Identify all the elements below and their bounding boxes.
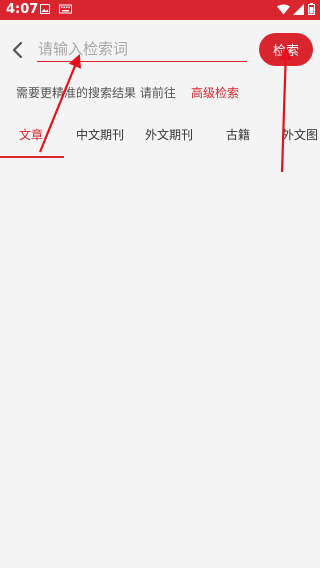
battery-icon: [308, 3, 315, 15]
search-button[interactable]: 检索: [259, 33, 313, 66]
tab-foreign-journals[interactable]: 外文期刊: [145, 128, 193, 142]
tab-ancient-books[interactable]: 古籍: [226, 128, 250, 142]
active-tab-indicator: [0, 156, 64, 158]
status-bar: 4:07: [0, 0, 320, 20]
wifi-icon: [277, 4, 290, 15]
advanced-search-link[interactable]: 高级检索: [191, 86, 239, 100]
tab-articles[interactable]: 文章: [19, 128, 43, 142]
tab-foreign-books[interactable]: 外文图: [282, 128, 318, 142]
search-input[interactable]: 请输入检索词: [37, 36, 247, 62]
keyboard-icon: [59, 4, 72, 14]
chevron-left-icon: [12, 41, 23, 59]
tab-chinese-journals[interactable]: 中文期刊: [76, 128, 124, 142]
status-time: 4:07: [6, 2, 39, 17]
category-tabs: 文章 中文期刊 外文期刊 古籍 外文图: [0, 118, 320, 158]
search-placeholder: 请输入检索词: [38, 40, 129, 58]
hint-text: 需要更精准的搜索结果 请前往: [16, 86, 176, 100]
back-button[interactable]: [8, 40, 28, 60]
signal-icon: [293, 4, 304, 15]
gallery-icon: [40, 4, 50, 14]
